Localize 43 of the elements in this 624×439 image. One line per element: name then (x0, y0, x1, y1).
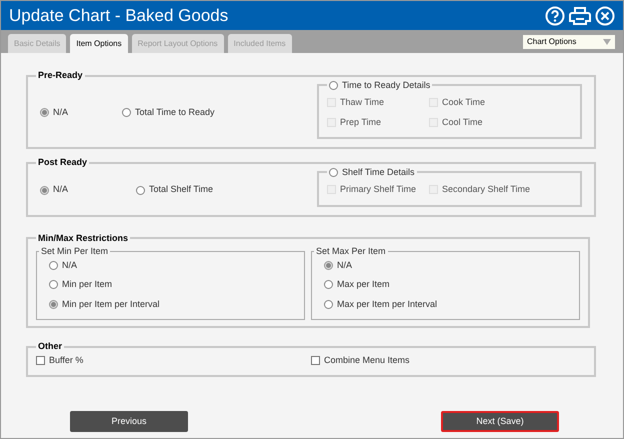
radio-option[interactable]: Max per Item per Interval (324, 298, 567, 311)
group-legend: Set Max Per Item (314, 245, 388, 258)
radio-option[interactable]: N/A (40, 86, 68, 139)
radio-button[interactable] (122, 108, 132, 118)
radio-button[interactable] (49, 260, 58, 270)
checkbox[interactable] (36, 356, 45, 365)
radio-option[interactable]: Total Time to Ready (122, 86, 215, 139)
close-icon[interactable] (595, 6, 615, 26)
dropdown-caret-icon (603, 38, 611, 44)
radio-option[interactable]: N/A (40, 174, 68, 206)
radio-option[interactable]: N/A (324, 258, 567, 272)
radio-option[interactable]: Time to Ready Details (329, 78, 430, 92)
group-legend: Set Min Per Item (39, 245, 110, 258)
checkbox[interactable] (311, 356, 320, 365)
radio-button[interactable] (40, 186, 49, 194)
section-legend: Post Ready (36, 156, 90, 170)
radio-button[interactable] (136, 186, 146, 194)
nav-button[interactable]: Next (Save) (441, 411, 559, 432)
chart-options-dropdown[interactable]: Chart Options (523, 34, 615, 48)
radio-option[interactable]: Total Shelf Time (136, 174, 214, 206)
radio-button[interactable] (40, 108, 49, 118)
radio-option[interactable]: N/A (49, 258, 292, 272)
section-legend: Other (36, 340, 64, 354)
radio-button[interactable] (49, 300, 58, 309)
radio-option[interactable]: Min per Item per Interval (49, 298, 292, 311)
tab[interactable]: Item Options (70, 34, 128, 53)
help-icon[interactable] (545, 6, 565, 26)
nav-button[interactable]: Previous (70, 411, 188, 432)
checkbox-option[interactable]: Combine Menu Items (311, 354, 586, 367)
radio-button[interactable] (324, 280, 333, 290)
radio-option[interactable]: Shelf Time Details (329, 166, 415, 179)
radio-button[interactable] (324, 300, 333, 309)
radio-option[interactable]: Max per Item (324, 278, 567, 292)
radio-button[interactable] (49, 280, 58, 290)
section-legend: Pre-Ready (36, 69, 85, 82)
section-legend: Min/Max Restrictions (36, 232, 130, 245)
radio-button[interactable] (329, 80, 338, 90)
checkbox-option[interactable]: Buffer % (36, 354, 311, 367)
print-icon[interactable] (569, 6, 591, 26)
radio-button[interactable] (324, 260, 333, 270)
radio-button[interactable] (329, 168, 338, 177)
radio-option[interactable]: Min per Item (49, 278, 292, 292)
window-title: Update Chart - Baked Goods (9, 4, 228, 27)
